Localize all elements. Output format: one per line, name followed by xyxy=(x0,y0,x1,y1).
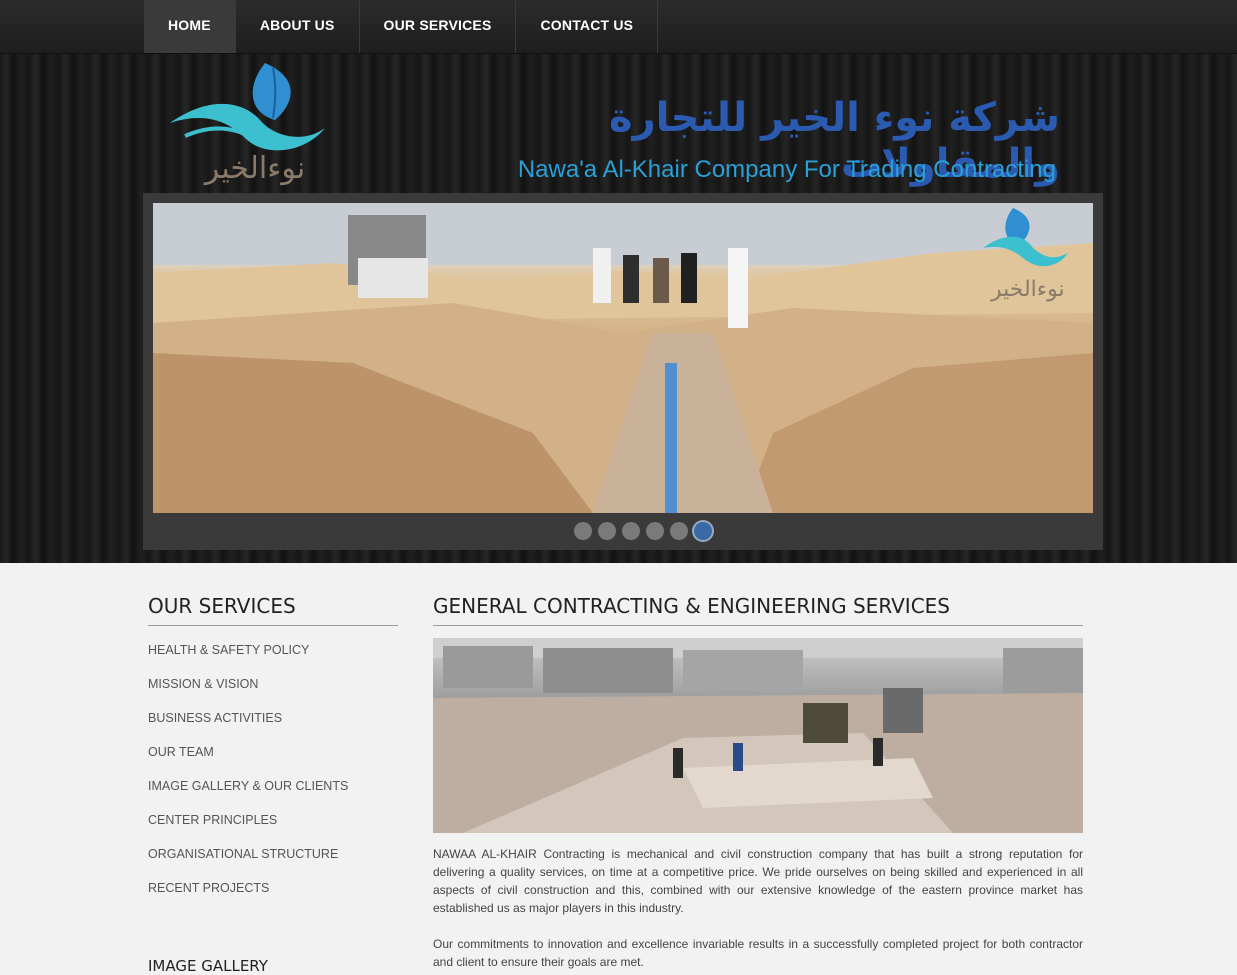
main-nav: HOME ABOUT US OUR SERVICES CONTACT US xyxy=(144,0,659,53)
company-logo[interactable]: نوءالخير xyxy=(165,58,345,193)
logo-arabic-text: نوءالخير xyxy=(204,151,306,186)
commitment-paragraph: Our commitments to innovation and excell… xyxy=(433,937,1083,969)
slider-dot-6[interactable] xyxy=(694,522,712,540)
company-name-english: Nawa'a Al-Khair Company For Trading Cont… xyxy=(517,156,1056,183)
nav-home[interactable]: HOME xyxy=(144,0,236,53)
slider-pagination xyxy=(574,522,712,540)
main-section-title: GENERAL CONTRACTING & ENGINEERING SERVIC… xyxy=(433,594,951,618)
slider-logo-text: نوءالخير xyxy=(990,277,1065,302)
top-nav-bar: HOME ABOUT US OUR SERVICES CONTACT US xyxy=(0,0,1237,54)
construction-site-illustration xyxy=(433,638,1083,833)
sidebar-title-divider xyxy=(148,625,398,626)
sidebar-link-organisational-structure[interactable]: ORGANISATIONAL STRUCTURE xyxy=(148,847,338,861)
slider-image[interactable]: نوءالخير xyxy=(153,203,1093,513)
nav-our-services[interactable]: OUR SERVICES xyxy=(360,0,517,53)
sidebar-link-business-activities[interactable]: BUSINESS ACTIVITIES xyxy=(148,711,282,725)
sidebar-link-health-safety[interactable]: HEALTH & SAFETY POLICY xyxy=(148,643,309,657)
slider-dot-2[interactable] xyxy=(598,522,616,540)
sidebar-link-image-gallery[interactable]: IMAGE GALLERY & OUR CLIENTS xyxy=(148,779,348,793)
sidebar-link-recent-projects[interactable]: RECENT PROJECTS xyxy=(148,881,269,895)
sidebar-link-our-team[interactable]: OUR TEAM xyxy=(148,745,214,759)
desert-trench-illustration: نوءالخير xyxy=(153,203,1093,513)
intro-paragraph: NAWAA AL-KHAIR Contracting is mechanical… xyxy=(433,847,1083,915)
slider-dot-1[interactable] xyxy=(574,522,592,540)
construction-site-photo xyxy=(433,638,1083,833)
sidebar-link-center-principles[interactable]: CENTER PRINCIPLES xyxy=(148,813,277,827)
nav-about-us[interactable]: ABOUT US xyxy=(236,0,360,53)
slider-dot-5[interactable] xyxy=(670,522,688,540)
slider-dot-4[interactable] xyxy=(646,522,664,540)
sidebar-title: OUR SERVICES xyxy=(148,594,296,618)
sidebar-gallery-title: IMAGE GALLERY xyxy=(148,957,268,975)
sidebar-link-mission-vision[interactable]: MISSION & VISION xyxy=(148,677,258,691)
leaf-wave-logo-icon xyxy=(170,63,325,151)
nav-contact-us[interactable]: CONTACT US xyxy=(516,0,659,53)
slider-dot-3[interactable] xyxy=(622,522,640,540)
main-title-divider xyxy=(433,625,1083,626)
